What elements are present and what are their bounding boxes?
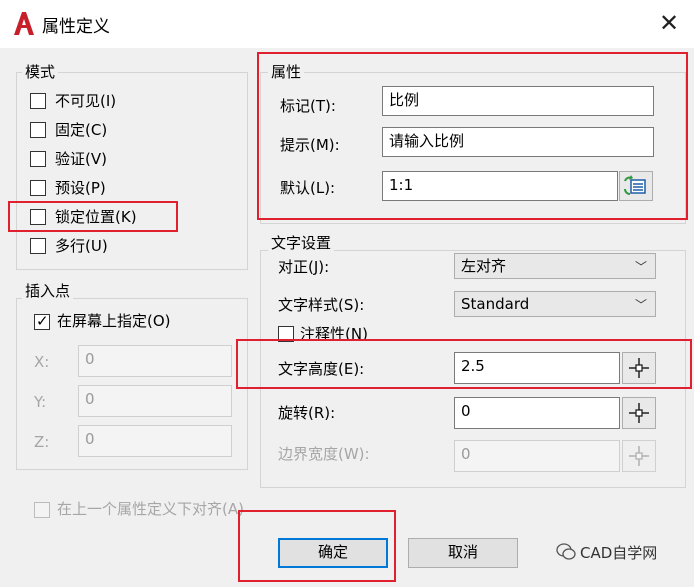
chevron-down-icon: ﹀ bbox=[634, 260, 647, 274]
annotative-label: 注释性(N) bbox=[300, 325, 368, 343]
boundary-width-label: 边界宽度(W): bbox=[278, 445, 370, 463]
insert-field-icon bbox=[624, 175, 646, 195]
justify-label: 对正(J): bbox=[278, 258, 330, 276]
invisible-label: 不可见(I) bbox=[55, 92, 117, 110]
x-label: X: bbox=[34, 353, 50, 371]
default-label: 默认(L): bbox=[280, 179, 336, 197]
text-style-label: 文字样式(S): bbox=[278, 296, 365, 314]
constant-label: 固定(C) bbox=[55, 121, 108, 139]
wechat-icon bbox=[556, 543, 576, 561]
align-below-checkbox[interactable] bbox=[34, 502, 50, 518]
justify-value: 左对齐 bbox=[461, 257, 507, 275]
mode-group-label: 模式 bbox=[22, 63, 59, 81]
z-input[interactable]: 0 bbox=[78, 425, 232, 457]
preset-checkbox[interactable] bbox=[30, 180, 46, 196]
invisible-checkbox[interactable] bbox=[30, 93, 46, 109]
z-label: Z: bbox=[34, 433, 50, 451]
annotative-checkbox[interactable] bbox=[278, 326, 294, 342]
prompt-label: 提示(M): bbox=[280, 136, 340, 154]
specify-on-screen-checkbox[interactable] bbox=[34, 312, 50, 330]
tag-label: 标记(T): bbox=[280, 97, 336, 115]
boundary-width-pick-button[interactable] bbox=[622, 440, 656, 472]
y-input[interactable]: 0 bbox=[78, 385, 232, 417]
crosshair-icon bbox=[629, 358, 649, 378]
mode-group bbox=[16, 72, 248, 270]
chevron-down-icon: ﹀ bbox=[634, 298, 647, 312]
rotation-pick-button[interactable] bbox=[622, 397, 656, 429]
x-input[interactable]: 0 bbox=[78, 345, 232, 377]
default-input[interactable]: 1:1 bbox=[382, 171, 618, 201]
boundary-width-input[interactable]: 0 bbox=[454, 440, 620, 472]
multiline-checkbox[interactable] bbox=[30, 238, 46, 254]
text-settings-group-label: 文字设置 bbox=[268, 234, 335, 252]
text-height-pick-button[interactable] bbox=[622, 352, 656, 384]
attribute-group-label: 属性 bbox=[268, 63, 305, 81]
y-label: Y: bbox=[34, 393, 47, 411]
lock-position-checkbox[interactable] bbox=[30, 209, 46, 225]
text-height-label: 文字高度(E): bbox=[278, 360, 365, 378]
watermark-text: CAD自学网 bbox=[580, 544, 658, 562]
preset-label: 预设(P) bbox=[55, 179, 106, 197]
rotation-label: 旋转(R): bbox=[278, 404, 336, 422]
rotation-input[interactable]: 0 bbox=[454, 397, 620, 429]
verify-label: 验证(V) bbox=[55, 150, 107, 168]
insertion-point-group-label: 插入点 bbox=[22, 282, 74, 300]
text-style-select[interactable]: Standard ﹀ bbox=[454, 291, 656, 317]
constant-checkbox[interactable] bbox=[30, 122, 46, 138]
prompt-input[interactable]: 请输入比例 bbox=[382, 127, 654, 157]
text-style-value: Standard bbox=[461, 295, 530, 313]
multiline-label: 多行(U) bbox=[55, 237, 108, 255]
verify-checkbox[interactable] bbox=[30, 151, 46, 167]
close-icon[interactable]: ✕ bbox=[656, 10, 682, 36]
lock-position-label: 锁定位置(K) bbox=[55, 208, 137, 226]
ok-button[interactable]: 确定 bbox=[278, 538, 388, 568]
autocad-logo-icon bbox=[12, 10, 36, 36]
justify-select[interactable]: 左对齐 ﹀ bbox=[454, 253, 656, 279]
window-title: 属性定义 bbox=[42, 17, 110, 37]
specify-on-screen-label: 在屏幕上指定(O) bbox=[57, 312, 171, 330]
crosshair-icon bbox=[629, 446, 649, 466]
tag-input[interactable]: 比例 bbox=[382, 86, 654, 116]
crosshair-icon bbox=[629, 403, 649, 423]
cancel-button[interactable]: 取消 bbox=[408, 538, 518, 568]
insert-field-button[interactable] bbox=[619, 171, 653, 201]
text-height-input[interactable]: 2.5 bbox=[454, 352, 620, 384]
align-below-label: 在上一个属性定义下对齐(A) bbox=[57, 500, 244, 518]
